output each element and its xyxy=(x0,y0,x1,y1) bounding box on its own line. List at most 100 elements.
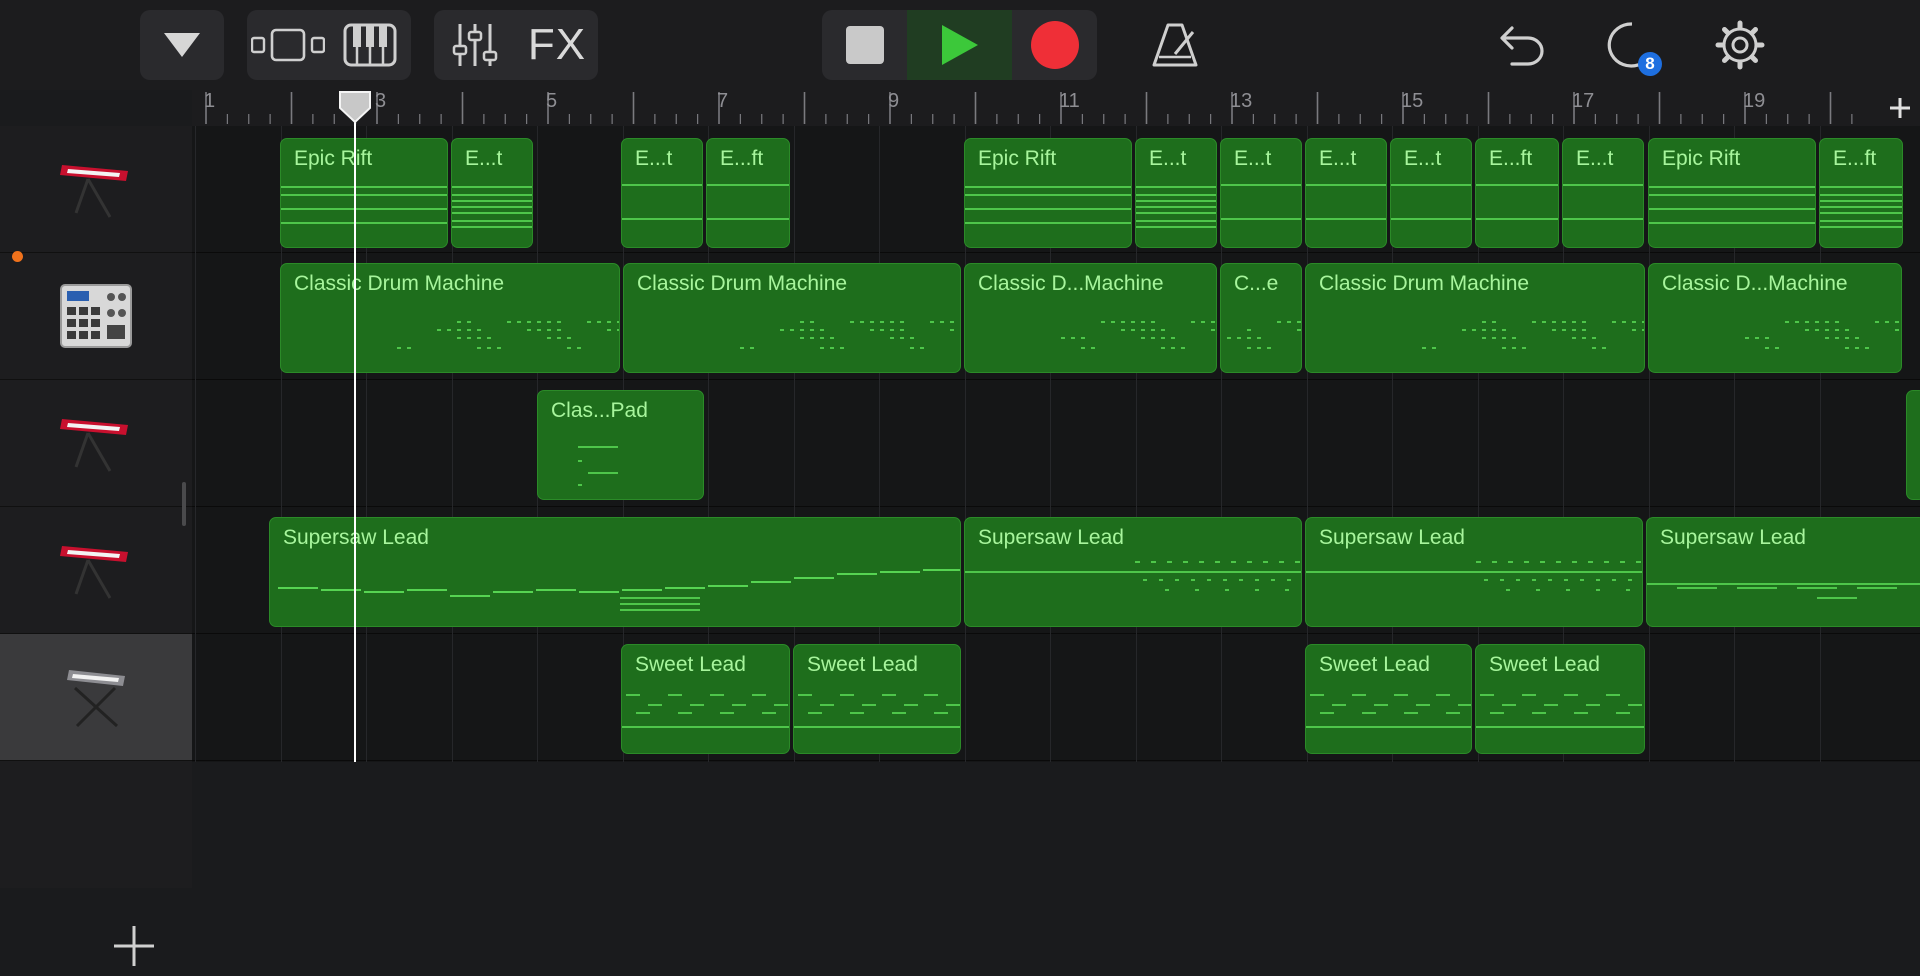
bar-number: 19 xyxy=(1743,90,1766,112)
bar-number: 17 xyxy=(1572,90,1595,112)
bar-number: 11 xyxy=(1059,90,1080,112)
undo-button[interactable] xyxy=(1492,10,1552,80)
midi-notes xyxy=(1391,184,1471,220)
region-supersaw-lead[interactable]: Supersaw Lead xyxy=(964,517,1302,627)
midi-notes xyxy=(707,184,789,220)
region-epic-rift[interactable]: E...ft xyxy=(1819,138,1903,248)
bar-number: 9 xyxy=(888,90,900,112)
bar-number: 1 xyxy=(204,90,216,112)
region-classic-drum-machine[interactable]: Classic Drum Machine xyxy=(280,263,620,373)
drum-hits xyxy=(397,321,619,349)
stop-icon xyxy=(845,26,884,64)
midi-notes xyxy=(1306,561,1642,591)
midi-notes xyxy=(794,694,960,728)
region-epic-rift[interactable]: Epic Rift xyxy=(280,138,448,248)
midi-notes xyxy=(965,186,1131,224)
region-classic-drum-machine[interactable]: Classic Drum Machine xyxy=(623,263,961,373)
timeline-ruler[interactable]: 1 3 5 7 9 11 13 15 17 19 xyxy=(192,90,1920,128)
midi-notes xyxy=(622,184,702,220)
track-header-drum-machine[interactable] xyxy=(0,253,192,380)
bar-number: 13 xyxy=(1230,90,1253,112)
region-classic-pad[interactable]: Clas...Pad xyxy=(537,390,704,500)
tracks-view-button[interactable] xyxy=(247,10,329,80)
midi-notes xyxy=(278,569,960,611)
region-epic-rift[interactable]: E...t xyxy=(1135,138,1217,248)
play-button[interactable] xyxy=(907,10,1012,80)
drum-hits xyxy=(1422,321,1644,349)
midi-notes xyxy=(1647,583,1920,599)
midi-notes xyxy=(578,446,618,486)
tracks-view-icon xyxy=(251,28,325,62)
region-classic-drum-machine[interactable]: Classic D...Machine xyxy=(1648,263,1902,373)
silver-keyboard-stand-icon xyxy=(67,670,125,728)
stop-button[interactable] xyxy=(822,10,907,80)
region-edge[interactable] xyxy=(1906,390,1920,500)
track-header-keyboard[interactable] xyxy=(0,126,192,253)
playhead-icon xyxy=(339,91,371,124)
drum-hits xyxy=(1061,321,1215,349)
drum-machine-icon xyxy=(60,284,132,348)
mixer-sliders-icon xyxy=(452,24,498,66)
instrument-view-button[interactable] xyxy=(329,10,411,80)
bar-number: 3 xyxy=(375,90,387,112)
region-classic-drum-machine[interactable]: Classic Drum Machine xyxy=(1305,263,1645,373)
region-supersaw-lead[interactable]: Supersaw Lead xyxy=(269,517,961,627)
metronome-button[interactable] xyxy=(1140,10,1210,80)
fx-button[interactable]: FX xyxy=(516,10,598,80)
midi-notes xyxy=(1221,184,1301,220)
midi-notes xyxy=(1476,184,1558,220)
track-header-keyboard-selected[interactable] xyxy=(0,634,192,761)
play-icon xyxy=(941,25,978,65)
region-sweet-lead[interactable]: Sweet Lead xyxy=(1475,644,1645,754)
bar-number: 7 xyxy=(717,90,729,112)
region-classic-drum-machine[interactable]: Classic D...Machine xyxy=(964,263,1217,373)
playhead-handle[interactable] xyxy=(337,90,373,124)
region-sweet-lead[interactable]: Sweet Lead xyxy=(793,644,961,754)
settings-button[interactable] xyxy=(1708,10,1772,80)
track-header-keyboard[interactable] xyxy=(0,380,192,507)
drum-hits xyxy=(1745,321,1899,349)
track-header-keyboard[interactable] xyxy=(0,507,192,634)
tracks-area[interactable]: Epic Rift E...t E...t E...ft Epic Rift E… xyxy=(192,126,1920,762)
midi-notes xyxy=(1563,184,1643,220)
region-sweet-lead[interactable]: Sweet Lead xyxy=(1305,644,1472,754)
midi-notes xyxy=(1306,184,1386,220)
region-sweet-lead[interactable]: Sweet Lead xyxy=(621,644,790,754)
piano-keyboard-icon xyxy=(343,23,397,67)
record-icon xyxy=(1030,21,1079,69)
region-epic-rift[interactable]: Epic Rift xyxy=(1648,138,1816,248)
triangle-down-icon xyxy=(164,33,200,57)
region-epic-rift[interactable]: E...ft xyxy=(706,138,790,248)
plus-icon xyxy=(1890,98,1910,118)
region-epic-rift[interactable]: E...ft xyxy=(1475,138,1559,248)
plus-icon xyxy=(114,926,154,966)
track-menu-button[interactable] xyxy=(140,10,224,80)
track-headers xyxy=(0,126,192,966)
region-epic-rift[interactable]: E...t xyxy=(621,138,703,248)
record-enable-indicator xyxy=(12,251,23,262)
track-scrollbar[interactable] xyxy=(182,482,186,526)
region-supersaw-lead[interactable]: Supersaw Lead xyxy=(1305,517,1643,627)
record-button[interactable] xyxy=(1012,10,1097,80)
add-section-button[interactable] xyxy=(1880,90,1920,126)
add-track-button[interactable] xyxy=(96,916,172,976)
region-classic-drum-machine[interactable]: C...e xyxy=(1220,263,1302,373)
region-supersaw-lead[interactable]: Supersaw Lead xyxy=(1646,517,1920,627)
region-epic-rift[interactable]: E...t xyxy=(1305,138,1387,248)
midi-notes xyxy=(1649,186,1815,224)
midi-notes xyxy=(281,186,447,224)
midi-notes xyxy=(1136,186,1216,228)
metronome-icon xyxy=(1152,23,1198,67)
region-epic-rift[interactable]: E...t xyxy=(1390,138,1472,248)
region-epic-rift[interactable]: E...t xyxy=(1562,138,1644,248)
region-epic-rift[interactable]: E...t xyxy=(451,138,533,248)
bar-number: 5 xyxy=(546,90,558,112)
ruler-ticks xyxy=(205,92,1853,124)
mixer-button[interactable] xyxy=(434,10,516,80)
midi-notes xyxy=(1820,186,1902,228)
drum-hits xyxy=(1227,321,1301,349)
beat-gridline xyxy=(195,126,196,762)
midi-notes xyxy=(452,186,532,228)
region-epic-rift[interactable]: Epic Rift xyxy=(964,138,1132,248)
region-epic-rift[interactable]: E...t xyxy=(1220,138,1302,248)
